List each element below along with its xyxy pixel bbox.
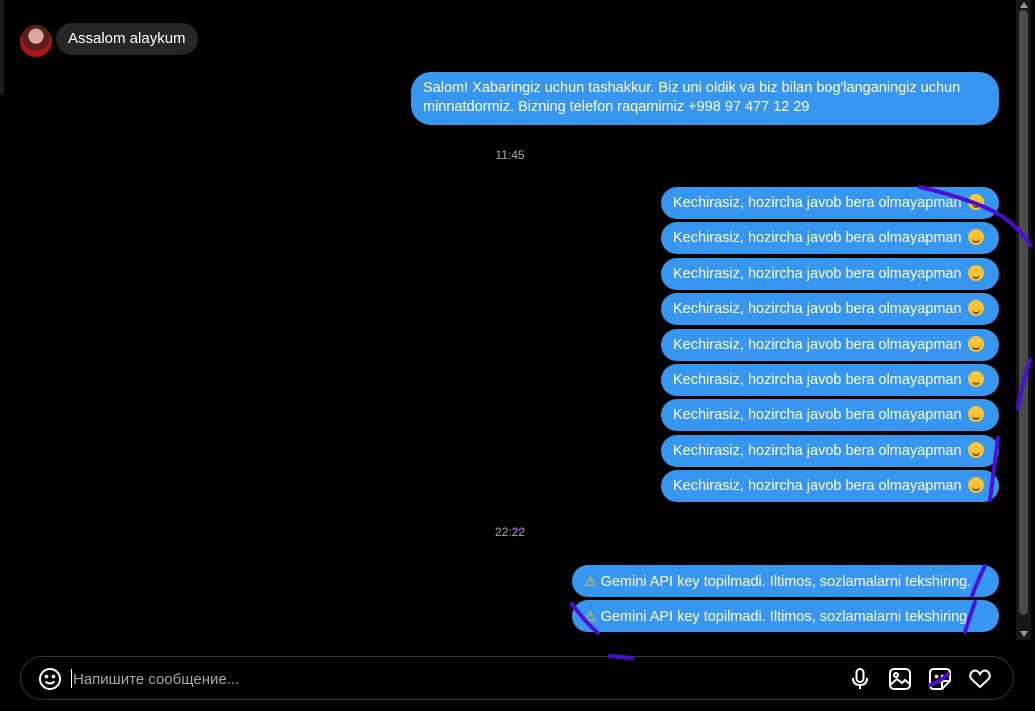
apology-message-text: Kechirasiz, hozircha javob bera olmayapm… [673, 265, 962, 282]
scrollbar-thumb[interactable] [1019, 10, 1028, 615]
apology-message-text: Kechirasiz, hozircha javob bera olmayapm… [673, 336, 962, 353]
incoming-message[interactable]: Assalom alaykum [56, 23, 198, 55]
apology-message[interactable]: Kechirasiz, hozircha javob bera olmayapm… [661, 222, 999, 255]
smiling-face-emoji-icon [967, 441, 984, 458]
smiling-face-emoji-icon [967, 264, 984, 281]
apology-message-text: Kechirasiz, hozircha javob bera olmayapm… [673, 301, 962, 318]
smiley-icon[interactable] [37, 666, 63, 692]
smiling-face-emoji-icon [967, 300, 984, 317]
scroll-up-arrow-icon[interactable] [1020, 2, 1028, 8]
smiling-face-emoji-icon [967, 335, 984, 352]
image-icon[interactable] [887, 666, 913, 692]
apology-message[interactable]: Kechirasiz, hozircha javob bera olmayapm… [661, 434, 999, 467]
avatar[interactable] [20, 25, 52, 57]
apology-message[interactable]: Kechirasiz, hozircha javob bera olmayapm… [661, 257, 999, 290]
timestamp: 22:22 [494, 525, 526, 539]
apology-message[interactable]: Kechirasiz, hozircha javob bera olmayapm… [661, 293, 999, 326]
message-input[interactable] [71, 665, 775, 693]
apology-message[interactable]: Kechirasiz, hozircha javob bera olmayapm… [661, 187, 999, 219]
gemini-error-text: Gemini API key topilmadi. Iltimos, sozla… [600, 574, 972, 590]
timestamp: 11:45 [495, 148, 525, 162]
apology-message-text: Kechirasiz, hozircha javob bera olmayapm… [673, 442, 962, 459]
smiling-face-emoji-icon [967, 194, 984, 210]
apology-message-text: Kechirasiz, hozircha javob bera olmayapm… [673, 230, 962, 247]
apology-message[interactable]: Kechirasiz, hozircha javob bera olmayapm… [661, 364, 999, 396]
message-composer [20, 656, 1014, 700]
outgoing-message-greeting[interactable]: Salom! Xabaringiz uchun tashakkur. Biz u… [411, 72, 999, 125]
apology-message-text: Kechirasiz, hozircha javob bera olmayapm… [673, 407, 962, 424]
warning-icon: ⚠ [584, 608, 597, 624]
scroll-down-arrow-icon[interactable] [1020, 631, 1028, 637]
chat-thread: Assalom alaykum Salom! Xabaringiz uchun … [4, 0, 1016, 650]
microphone-icon[interactable] [847, 666, 873, 692]
sticker-icon[interactable] [927, 666, 953, 692]
apology-message-text: Kechirasiz, hozircha javob bera olmayapm… [673, 478, 962, 495]
apology-message[interactable]: Kechirasiz, hozircha javob bera olmayapm… [661, 470, 999, 503]
apology-message-text: Kechirasiz, hozircha javob bera olmayapm… [673, 195, 962, 211]
apology-message-text: Kechirasiz, hozircha javob bera olmayapm… [673, 372, 962, 388]
apology-message[interactable]: Kechirasiz, hozircha javob bera olmayapm… [661, 328, 999, 361]
heart-icon[interactable] [967, 666, 993, 692]
warning-icon: ⚠ [584, 573, 597, 589]
apology-message[interactable]: Kechirasiz, hozircha javob bera olmayapm… [661, 399, 999, 432]
gemini-error-message[interactable]: ⚠ Gemini API key topilmadi. Iltimos, sozl… [572, 600, 999, 632]
scrollbar[interactable] [1016, 0, 1031, 640]
gemini-error-message[interactable]: ⚠ Gemini API key topilmadi. Iltimos, sozl… [572, 565, 999, 597]
smiling-face-emoji-icon [967, 371, 984, 387]
smiling-face-emoji-icon [967, 406, 984, 423]
smiling-face-emoji-icon [967, 229, 984, 246]
gemini-error-text: Gemini API key topilmadi. Iltimos, sozla… [600, 609, 972, 625]
smiling-face-emoji-icon [967, 477, 984, 494]
